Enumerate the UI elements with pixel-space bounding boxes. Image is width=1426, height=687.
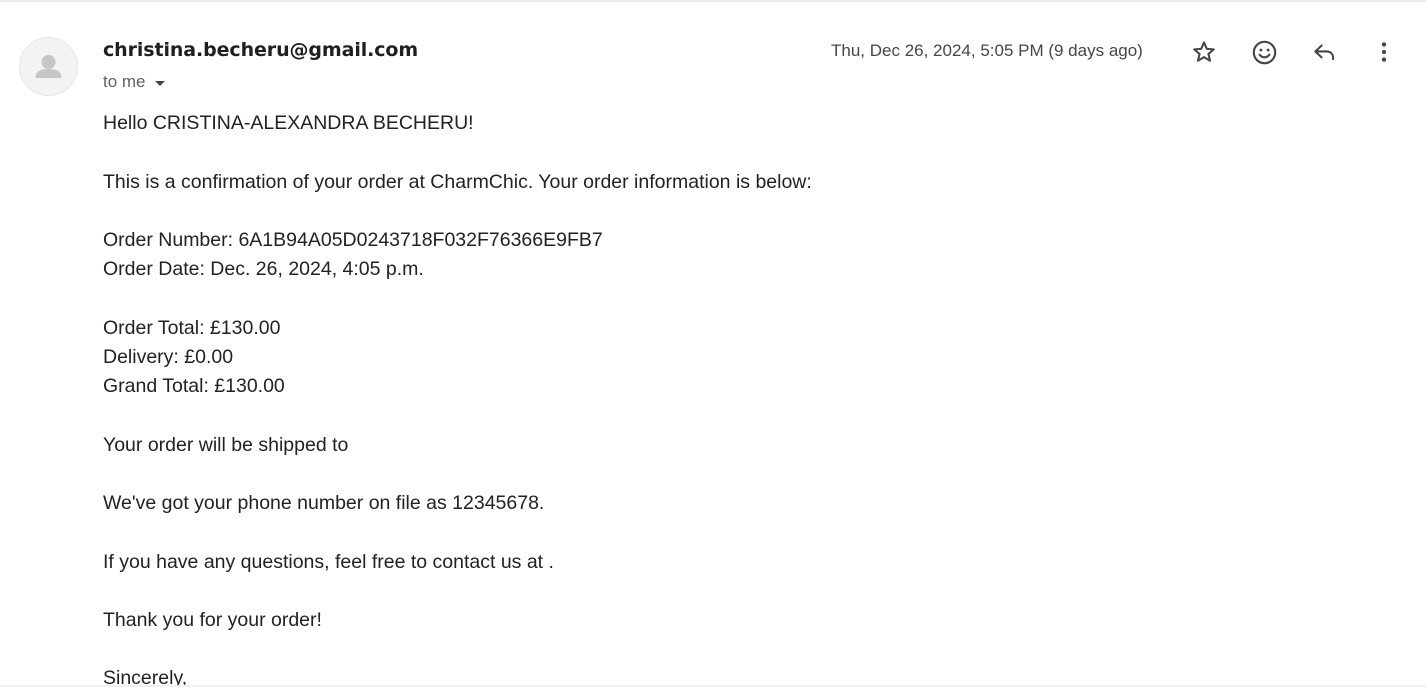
top-divider: [0, 0, 1426, 2]
order-total-line: Order Total: £130.00: [103, 317, 281, 339]
star-icon: [1193, 41, 1215, 62]
delivery-line: Delivery: £0.00: [103, 346, 234, 368]
intro-line: This is a confirmation of your order at …: [103, 171, 812, 193]
greeting-line: Hello CRISTINA-ALEXANDRA BECHERU!: [103, 112, 474, 134]
caret-down-icon[interactable]: [154, 80, 165, 86]
order-date-line: Order Date: Dec. 26, 2024, 4:05 p.m.: [103, 258, 424, 280]
more-vert-icon: [1381, 42, 1387, 62]
grand-total-line: Grand Total: £130.00: [103, 375, 285, 397]
sender-email[interactable]: christina.becheru@gmail.com: [103, 39, 418, 61]
shipping-line: Your order will be shipped to: [103, 434, 349, 456]
add-reaction-button[interactable]: [1244, 32, 1284, 72]
signoff-line: Sincerely,: [103, 667, 188, 687]
message-timestamp: Thu, Dec 26, 2024, 5:05 PM (9 days ago): [831, 41, 1143, 60]
phone-line: We've got your phone number on file as 1…: [103, 492, 545, 514]
person-icon: [35, 55, 62, 78]
thanks-line: Thank you for your order!: [103, 609, 322, 631]
sender-avatar[interactable]: [19, 37, 78, 96]
order-number-line: Order Number: 6A1B94A05D0243718F032F7636…: [103, 229, 603, 251]
reply-button[interactable]: [1304, 32, 1344, 72]
recipient-line[interactable]: to me: [103, 72, 165, 92]
more-options-button[interactable]: [1364, 32, 1404, 72]
questions-line: If you have any questions, feel free to …: [103, 551, 554, 573]
reply-icon: [1314, 44, 1335, 61]
recipient-label: to me: [103, 72, 146, 91]
star-button[interactable]: [1184, 32, 1224, 72]
emoji-icon: [1252, 40, 1276, 64]
